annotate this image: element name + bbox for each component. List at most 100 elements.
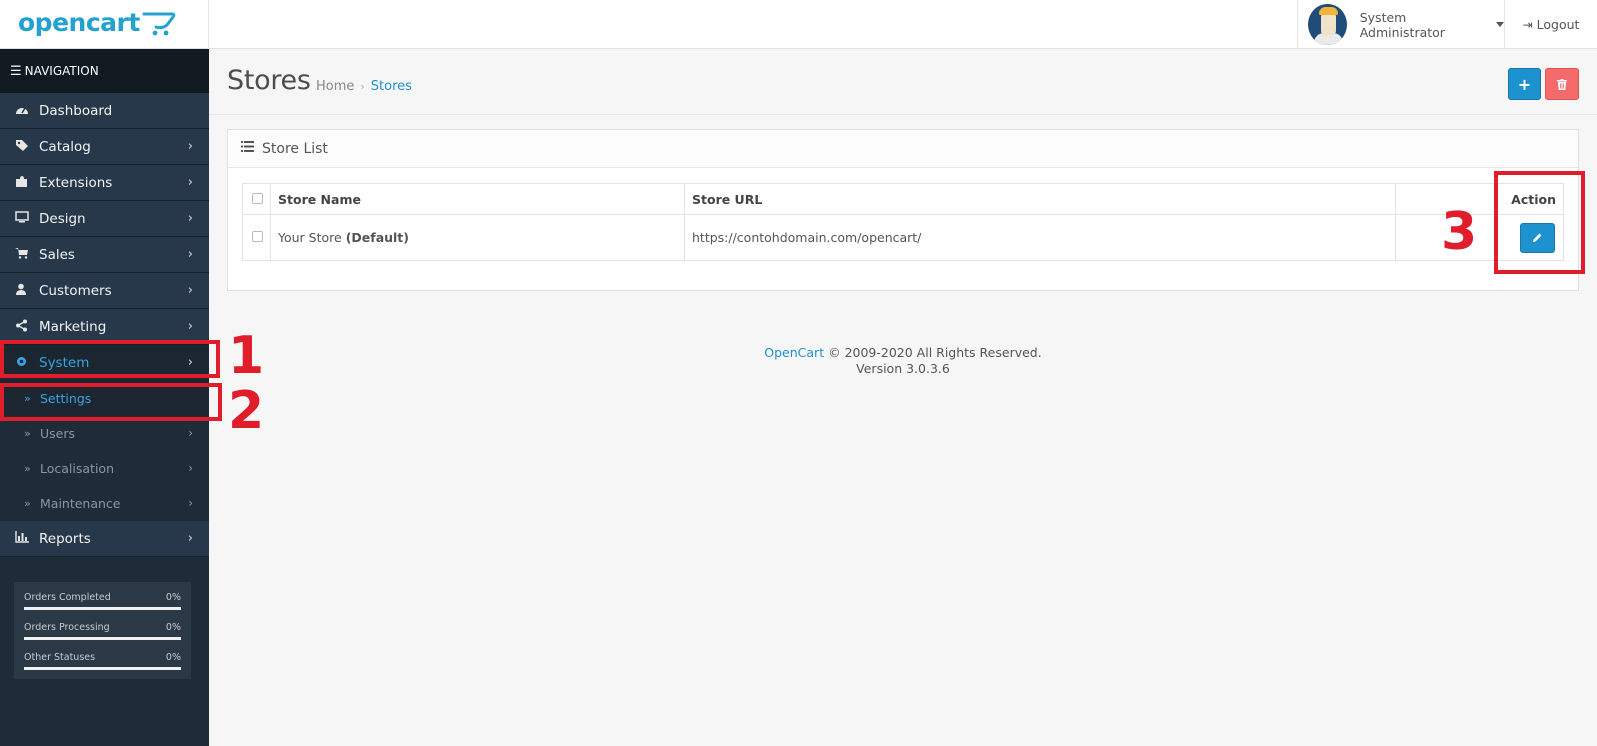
store-name-cell: Your Store (Default) <box>270 214 685 261</box>
chevron-right-icon: › <box>187 211 193 226</box>
sidebar-item-label: Catalog <box>39 138 91 155</box>
select-all-cell <box>242 183 271 215</box>
bars-icon: ☰ <box>10 63 22 79</box>
sidebar-subitem-maintenance[interactable]: » Maintenance › <box>0 486 209 521</box>
stat-value: 0% <box>165 652 181 663</box>
table-header-row: Store Name Store URL Action <box>242 183 1564 215</box>
copyright-text: © 2009-2020 All Rights Reserved. <box>828 345 1042 360</box>
puzzle-icon <box>15 175 39 191</box>
chevron-right-icon: › <box>187 531 193 546</box>
stat-label: Orders Processing <box>24 622 110 633</box>
nav-header: ☰ NAVIGATION <box>0 49 209 93</box>
top-header: opencart System Administrator ⇥ Logout <box>0 0 1597 49</box>
trash-icon <box>1557 78 1567 90</box>
panel-title: Store List <box>262 140 328 157</box>
user-icon <box>15 283 39 298</box>
annotation-number-2: 2 <box>228 381 265 441</box>
store-default-tag: (Default) <box>345 230 409 245</box>
list-icon <box>241 141 254 156</box>
stat-label: Other Statuses <box>24 652 96 663</box>
double-chevron-icon: » <box>24 427 31 440</box>
sidebar-item-extensions[interactable]: Extensions › <box>0 165 209 201</box>
opencart-link[interactable]: OpenCart <box>764 345 824 360</box>
stat-orders-processing: Orders Processing 0% <box>24 620 181 650</box>
column-store-name[interactable]: Store Name <box>270 183 685 215</box>
panel-heading: Store List <box>228 130 1578 168</box>
sidebar-item-label: Design <box>39 210 86 227</box>
cart-icon <box>15 247 39 262</box>
sidebar-item-dashboard[interactable]: Dashboard <box>0 93 209 129</box>
delete-store-button[interactable] <box>1545 68 1579 100</box>
select-all-checkbox[interactable] <box>252 192 263 204</box>
breadcrumb-separator: › <box>360 80 365 93</box>
store-url-cell: https://contohdomain.com/opencart/ <box>684 214 1396 261</box>
opencart-logo[interactable]: opencart <box>18 8 176 42</box>
logout-link[interactable]: ⇥ Logout <box>1504 0 1597 49</box>
sidebar-subitem-label: Localisation <box>40 461 114 476</box>
breadcrumb-home-link[interactable]: Home <box>316 79 354 94</box>
stat-value: 0% <box>165 592 181 603</box>
stat-progress-bar <box>24 607 181 610</box>
sidebar-item-customers[interactable]: Customers › <box>0 273 209 309</box>
sidebar-item-design[interactable]: Design › <box>0 201 209 237</box>
sidebar-item-label: Marketing <box>39 318 107 335</box>
add-store-button[interactable]: + <box>1508 68 1541 100</box>
column-store-url: Store URL <box>684 183 1396 215</box>
sidebar-item-catalog[interactable]: Catalog › <box>0 129 209 165</box>
nav-title: NAVIGATION <box>24 64 99 78</box>
sidebar-subitem-localisation[interactable]: » Localisation › <box>0 451 209 486</box>
annotation-box-settings <box>0 383 222 421</box>
version-text: Version 3.0.3.6 <box>856 361 950 376</box>
chevron-right-icon: › <box>187 139 193 154</box>
logout-label: Logout <box>1536 17 1580 32</box>
page-title: Stores <box>227 65 311 96</box>
annotation-box-system <box>0 340 220 378</box>
logo-text: opencart <box>18 8 140 37</box>
annotation-box-edit <box>1494 171 1585 274</box>
sidebar-item-sales[interactable]: Sales › <box>0 237 209 273</box>
store-list-panel: Store List Store Name Store URL Action Y… <box>227 129 1579 291</box>
avatar <box>1308 4 1347 45</box>
sidebar-subitem-users[interactable]: » Users › <box>0 416 209 451</box>
store-table: Store Name Store URL Action Your Store (… <box>242 183 1564 261</box>
sidebar-subitem-label: Users <box>40 426 76 441</box>
dashboard-icon <box>15 103 39 118</box>
user-menu[interactable]: System Administrator <box>1297 0 1504 49</box>
header-divider <box>208 0 209 49</box>
stat-value: 0% <box>165 622 181 633</box>
stat-progress-bar <box>24 637 181 640</box>
chevron-right-icon: › <box>187 175 193 190</box>
sidebar-item-label: Reports <box>39 530 91 547</box>
breadcrumb-stores-link[interactable]: Stores <box>371 79 412 94</box>
caret-down-icon <box>1496 22 1504 27</box>
stat-label: Orders Completed <box>24 592 111 603</box>
tags-icon <box>15 139 39 155</box>
chevron-right-icon: › <box>188 461 193 475</box>
cart-logo-icon <box>142 12 176 36</box>
table-row: Your Store (Default) https://contohdomai… <box>242 214 1564 261</box>
stat-progress-bar <box>24 667 181 670</box>
chevron-right-icon: › <box>187 319 193 334</box>
row-checkbox[interactable] <box>252 231 263 242</box>
monitor-icon <box>15 211 39 226</box>
double-chevron-icon: » <box>24 462 31 475</box>
sidebar-item-label: Customers <box>39 282 112 299</box>
share-icon <box>15 319 39 335</box>
user-name: System Administrator <box>1359 9 1445 40</box>
plus-icon: + <box>1517 74 1532 94</box>
sidebar-item-reports[interactable]: Reports › <box>0 521 209 557</box>
sidebar-item-label: Extensions <box>39 174 113 191</box>
double-chevron-icon: » <box>24 497 31 510</box>
sidebar-subitem-label: Maintenance <box>40 496 121 511</box>
page-footer: OpenCart © 2009-2020 All Rights Reserved… <box>209 345 1597 377</box>
sidebar-item-label: Dashboard <box>39 102 113 119</box>
stat-other-statuses: Other Statuses 0% <box>24 650 181 680</box>
store-name: Your Store <box>278 230 342 245</box>
chevron-right-icon: › <box>187 247 193 262</box>
annotation-number-1: 1 <box>228 326 265 386</box>
breadcrumb: Home › Stores <box>316 79 412 94</box>
bar-chart-icon <box>15 531 39 546</box>
chevron-right-icon: › <box>187 283 193 298</box>
stat-orders-completed: Orders Completed 0% <box>24 590 181 620</box>
chevron-right-icon: › <box>188 426 193 440</box>
